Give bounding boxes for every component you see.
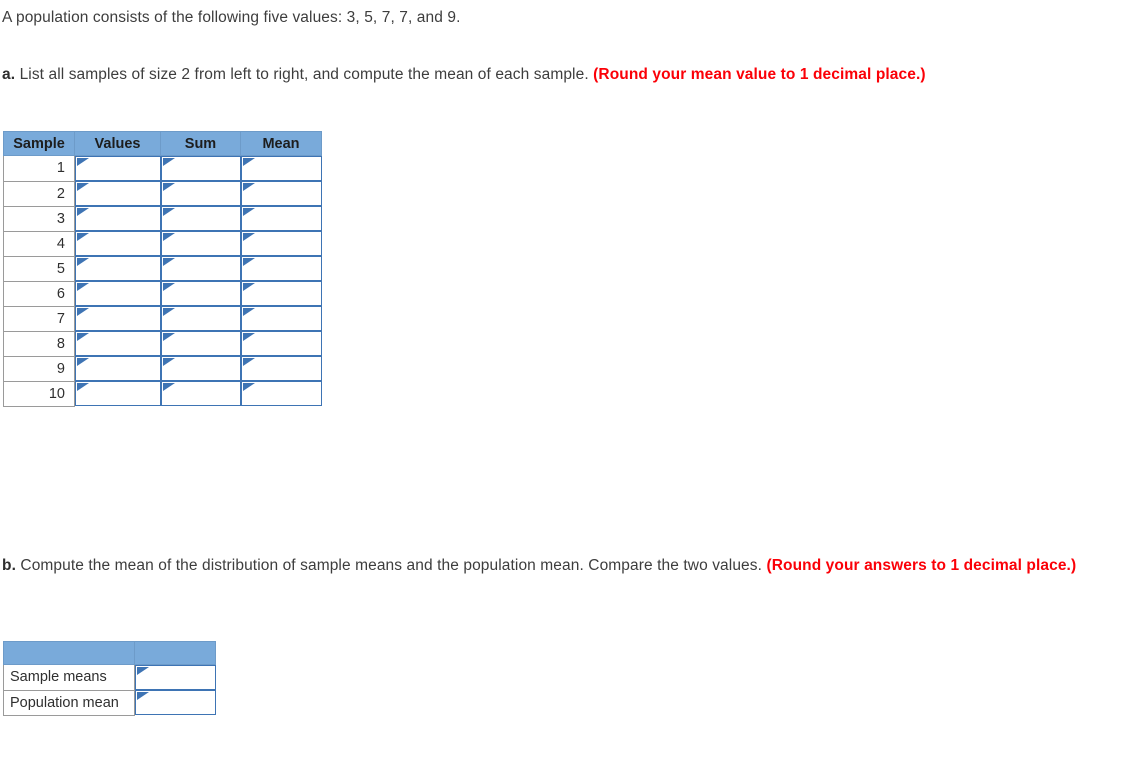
table-row: 6 (3, 280, 322, 307)
row-label-sample-10: 10 (3, 380, 75, 407)
table-row: 7 (3, 305, 322, 332)
table-row: 1 (3, 155, 322, 182)
part-a-prompt: a. List all samples of size 2 from left … (2, 64, 1092, 85)
row-label-sample-8: 8 (3, 330, 75, 357)
part-b-label: b. (2, 557, 16, 574)
input-values-2[interactable] (75, 181, 161, 206)
row-label-population-mean: Population mean (3, 689, 135, 716)
input-population-mean[interactable] (135, 690, 216, 715)
input-mean-6[interactable] (240, 281, 322, 306)
row-label-sample-5: 5 (3, 255, 75, 282)
column-header-values: Values (74, 131, 161, 156)
input-mean-7[interactable] (240, 306, 322, 331)
means-comparison-table: Sample means Population mean (3, 641, 216, 716)
column-header-mean: Mean (240, 131, 322, 156)
input-mean-8[interactable] (240, 331, 322, 356)
input-values-9[interactable] (75, 356, 161, 381)
input-sum-4[interactable] (160, 231, 241, 256)
table-row: Population mean (3, 689, 216, 716)
table-row: Sample means (3, 664, 216, 691)
input-mean-4[interactable] (240, 231, 322, 256)
input-values-7[interactable] (75, 306, 161, 331)
row-label-sample-9: 9 (3, 355, 75, 382)
column-header-sum: Sum (160, 131, 241, 156)
table-row: 10 (3, 380, 322, 407)
input-sum-1[interactable] (160, 156, 241, 181)
input-values-1[interactable] (75, 156, 161, 181)
input-sum-3[interactable] (160, 206, 241, 231)
column-header-blank-left (3, 641, 135, 665)
table-row: 9 (3, 355, 322, 382)
part-a-rounding-note: (Round your mean value to 1 decimal plac… (593, 66, 926, 83)
input-values-3[interactable] (75, 206, 161, 231)
input-mean-10[interactable] (240, 381, 322, 406)
row-label-sample-7: 7 (3, 305, 75, 332)
table-row: 8 (3, 330, 322, 357)
table-row: 5 (3, 255, 322, 282)
row-label-sample-means: Sample means (3, 664, 135, 691)
input-sum-6[interactable] (160, 281, 241, 306)
row-label-sample-3: 3 (3, 205, 75, 232)
table-row: 4 (3, 230, 322, 257)
input-sum-9[interactable] (160, 356, 241, 381)
table-row: 3 (3, 205, 322, 232)
row-label-sample-1: 1 (3, 155, 75, 182)
row-label-sample-6: 6 (3, 280, 75, 307)
part-a-label: a. (2, 66, 16, 83)
input-values-6[interactable] (75, 281, 161, 306)
input-sum-10[interactable] (160, 381, 241, 406)
input-sum-8[interactable] (160, 331, 241, 356)
input-mean-1[interactable] (240, 156, 322, 181)
table-header-row: Sample Values Sum Mean (3, 131, 322, 156)
input-sum-5[interactable] (160, 256, 241, 281)
part-b-prompt: b. Compute the mean of the distribution … (2, 555, 1080, 576)
question-intro-text: A population consists of the following f… (2, 9, 461, 26)
row-label-sample-2: 2 (3, 180, 75, 207)
input-mean-3[interactable] (240, 206, 322, 231)
column-header-sample: Sample (3, 131, 75, 156)
input-values-5[interactable] (75, 256, 161, 281)
sample-means-table: Sample Values Sum Mean 1 2 3 4 5 6 7 8 9… (3, 131, 322, 407)
part-b-rounding-note: (Round your answers to 1 decimal place.) (766, 557, 1077, 574)
input-mean-9[interactable] (240, 356, 322, 381)
column-header-blank-right (134, 641, 216, 665)
input-mean-2[interactable] (240, 181, 322, 206)
part-a-text: List all samples of size 2 from left to … (19, 66, 589, 83)
part-b-text: Compute the mean of the distribution of … (20, 557, 763, 574)
input-sample-means[interactable] (135, 665, 216, 690)
row-label-sample-4: 4 (3, 230, 75, 257)
input-values-8[interactable] (75, 331, 161, 356)
input-sum-7[interactable] (160, 306, 241, 331)
table-row: 2 (3, 180, 322, 207)
input-values-4[interactable] (75, 231, 161, 256)
input-mean-5[interactable] (240, 256, 322, 281)
input-sum-2[interactable] (160, 181, 241, 206)
input-values-10[interactable] (75, 381, 161, 406)
table-header-row (3, 641, 216, 665)
